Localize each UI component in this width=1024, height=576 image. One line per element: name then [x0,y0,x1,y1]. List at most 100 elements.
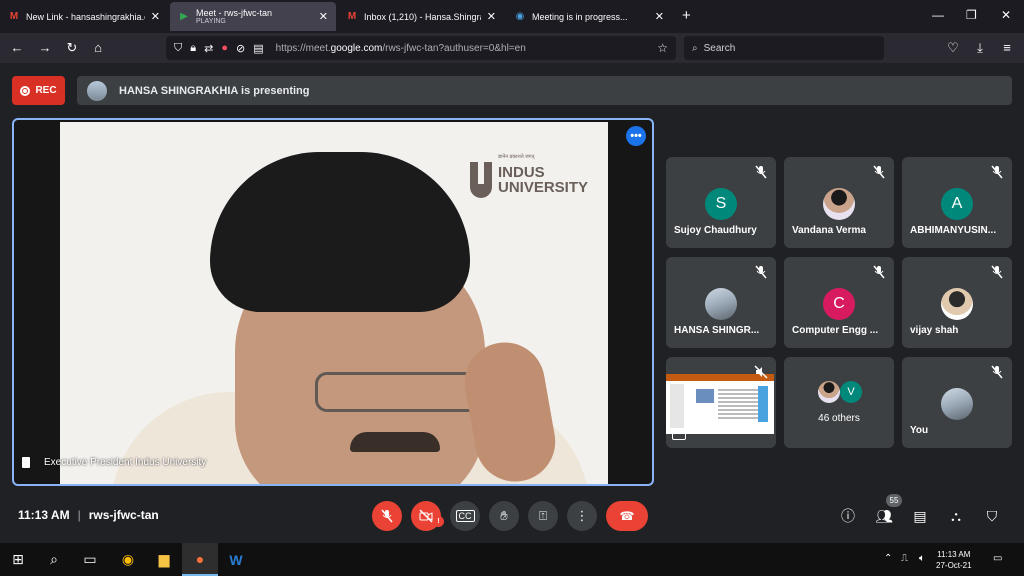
meeting-details-button[interactable]: ⓘ [838,506,858,526]
microphone-toggle-button[interactable] [372,501,402,531]
url-domain: google.com [330,42,383,54]
tab-inbox[interactable]: M Inbox (1,210) - Hansa.Shingrakh ✕ [338,2,504,31]
tab-meeting-progress[interactable]: ◉ Meeting is in progress... ✕ [506,2,672,31]
task-view-button[interactable]: ▭ [72,543,108,576]
mic-off-icon [755,165,767,179]
mic-blocked-icon[interactable]: ● [221,42,228,54]
window-close-icon[interactable]: ✕ [1001,8,1011,22]
chat-icon: ▤ [913,507,927,524]
camera-blocked-icon[interactable]: ⊘ [236,42,245,55]
raise-hand-button[interactable]: ✋︎ [489,501,519,531]
taskbar-clock[interactable]: 11:13 AM 27-Oct-21 [936,549,972,571]
address-bar[interactable]: ⛉ 🔒︎ ⇄ ● ⊘ ▤ https://meet.google.com/rws… [166,36,676,60]
back-icon[interactable]: ← [8,40,26,55]
avatar: V [840,381,862,403]
clock-time: 11:13 AM [937,550,971,559]
file-explorer-button[interactable]: ▆ [146,543,182,576]
page-info-icon[interactable]: ▤ [253,42,263,55]
close-icon[interactable]: ✕ [151,10,160,23]
shield-lock-icon: ⛉ [986,507,998,524]
clock-date: 27-Oct-21 [936,561,972,570]
network-icon[interactable]: ⎍ [901,553,908,564]
search-field[interactable]: ⌕ Search [684,36,884,60]
meet-icon: ▶ [180,11,188,22]
warning-badge-icon: ! [433,516,444,527]
bookmark-star-icon[interactable]: ☆ [657,41,668,55]
shield-icon[interactable]: ⛉ [174,42,182,55]
menu-icon[interactable]: ≡ [998,40,1016,55]
indus-university-logo: ज्ञानेन प्रकाशते जगत् INDUS UNIVERSITY [470,154,589,198]
meeting-controls-bar: 11:13 AM | rws-jfwc-tan ! CC ✋︎ ⍐ ⋮ ☎︎ ⓘ 👥… [0,494,1024,540]
tab-new-link[interactable]: M New Link - hansashingrakhia.co ✕ [0,2,168,31]
browser-navbar: ← → ↻ ⌂ ⛉ 🔒︎ ⇄ ● ⊘ ▤ https://meet.google… [0,33,1024,63]
minimize-icon[interactable]: — [932,8,944,22]
participant-name: vijay shah [910,325,959,336]
search-button[interactable]: ⌕ [36,543,72,576]
new-tab-button[interactable]: + [682,7,691,24]
hand-icon: ✋︎ [500,508,508,523]
downloads-icon[interactable]: ⤓ [971,40,989,56]
start-button[interactable]: ⊞ [0,543,36,576]
leave-call-button[interactable]: ☎︎ [606,501,648,531]
participant-tile[interactable]: A ABHIMANYUSIN... [902,157,1012,248]
captions-button[interactable]: CC [450,501,480,531]
lock-icon[interactable]: 🔒︎ [190,42,196,55]
mic-off-icon [873,165,885,179]
search-icon: ⌕ [692,42,698,54]
participant-tile[interactable]: vijay shah [902,257,1012,348]
close-icon[interactable]: ✕ [319,10,328,23]
presenter-hair [210,152,470,312]
chat-button[interactable]: ▤ [910,506,930,526]
presenter-mustache [350,432,440,452]
reload-icon[interactable]: ↻ [63,40,81,56]
participant-tile[interactable]: HANSA SHINGR... [666,257,776,348]
logo-line-2: UNIVERSITY [498,179,589,196]
firefox-taskbar-button[interactable]: ● [182,543,218,576]
browser-tab-strip: M New Link - hansashingrakhia.co ✕ ▶ Mee… [0,0,1024,33]
meeting-code: rws-jfwc-tan [88,508,159,522]
participant-name: ABHIMANYUSIN... [910,225,997,236]
folder-icon: ▆ [158,551,170,567]
volume-icon[interactable]: 🔈︎ [919,553,925,564]
avatar: A [941,188,973,220]
url-prefix: https://meet. [275,42,331,54]
restore-icon[interactable]: ❐ [966,8,977,22]
participant-tile[interactable]: Vandana Verma [784,157,894,248]
host-controls-button[interactable]: ⛉ [982,506,1002,526]
meeting-info: 11:13 AM | rws-jfwc-tan [18,508,159,522]
pin-icon[interactable] [22,457,30,468]
tab-title: Inbox (1,210) - Hansa.Shingrakh [364,11,481,22]
camera-off-icon [419,509,433,523]
show-hidden-icons-button[interactable]: ⌃ [884,553,892,564]
present-now-button[interactable]: ⍐ [528,501,558,531]
present-icon [672,430,686,440]
notifications-icon[interactable]: ▭ [993,553,1002,564]
others-tile[interactable]: V 46 others [784,357,894,448]
activities-button[interactable]: ⛬ [946,506,966,526]
home-icon[interactable]: ⌂ [89,40,107,55]
firefox-icon: ● [195,550,205,567]
presentation-preview-tile[interactable] [666,357,776,448]
forward-icon[interactable]: → [36,40,54,55]
pocket-icon[interactable]: ♡ [944,40,962,56]
mic-off-icon [873,265,885,279]
participant-tile[interactable]: S Sujoy Chaudhury [666,157,776,248]
recording-badge[interactable]: REC [12,76,65,105]
chrome-taskbar-button[interactable]: ◉ [110,543,146,576]
more-options-button[interactable]: ⋮ [567,501,597,531]
close-icon[interactable]: ✕ [487,10,496,23]
close-icon[interactable]: ✕ [655,10,664,23]
word-taskbar-button[interactable]: W [218,543,254,576]
tab-playing-label: PLAYING [196,17,226,25]
more-options-button[interactable]: ••• [626,126,646,146]
self-tile[interactable]: You [902,357,1012,448]
participant-count-badge: 55 [886,494,902,507]
show-everyone-button[interactable]: 👥︎ [874,506,894,526]
slide-sidebar [758,386,768,422]
main-presenter-tile[interactable]: ज्ञानेन प्रकाशते जगत् INDUS UNIVERSITY E… [12,118,654,486]
tab-meet[interactable]: ▶ Meet - rws-jfwc-tan PLAYING ✕ [170,2,336,31]
participant-tile[interactable]: C Computer Engg ... [784,257,894,348]
permissions-icon[interactable]: ⇄ [204,42,213,55]
participant-name: HANSA SHINGR... [674,325,760,336]
presentation-thumbnail [666,374,774,434]
